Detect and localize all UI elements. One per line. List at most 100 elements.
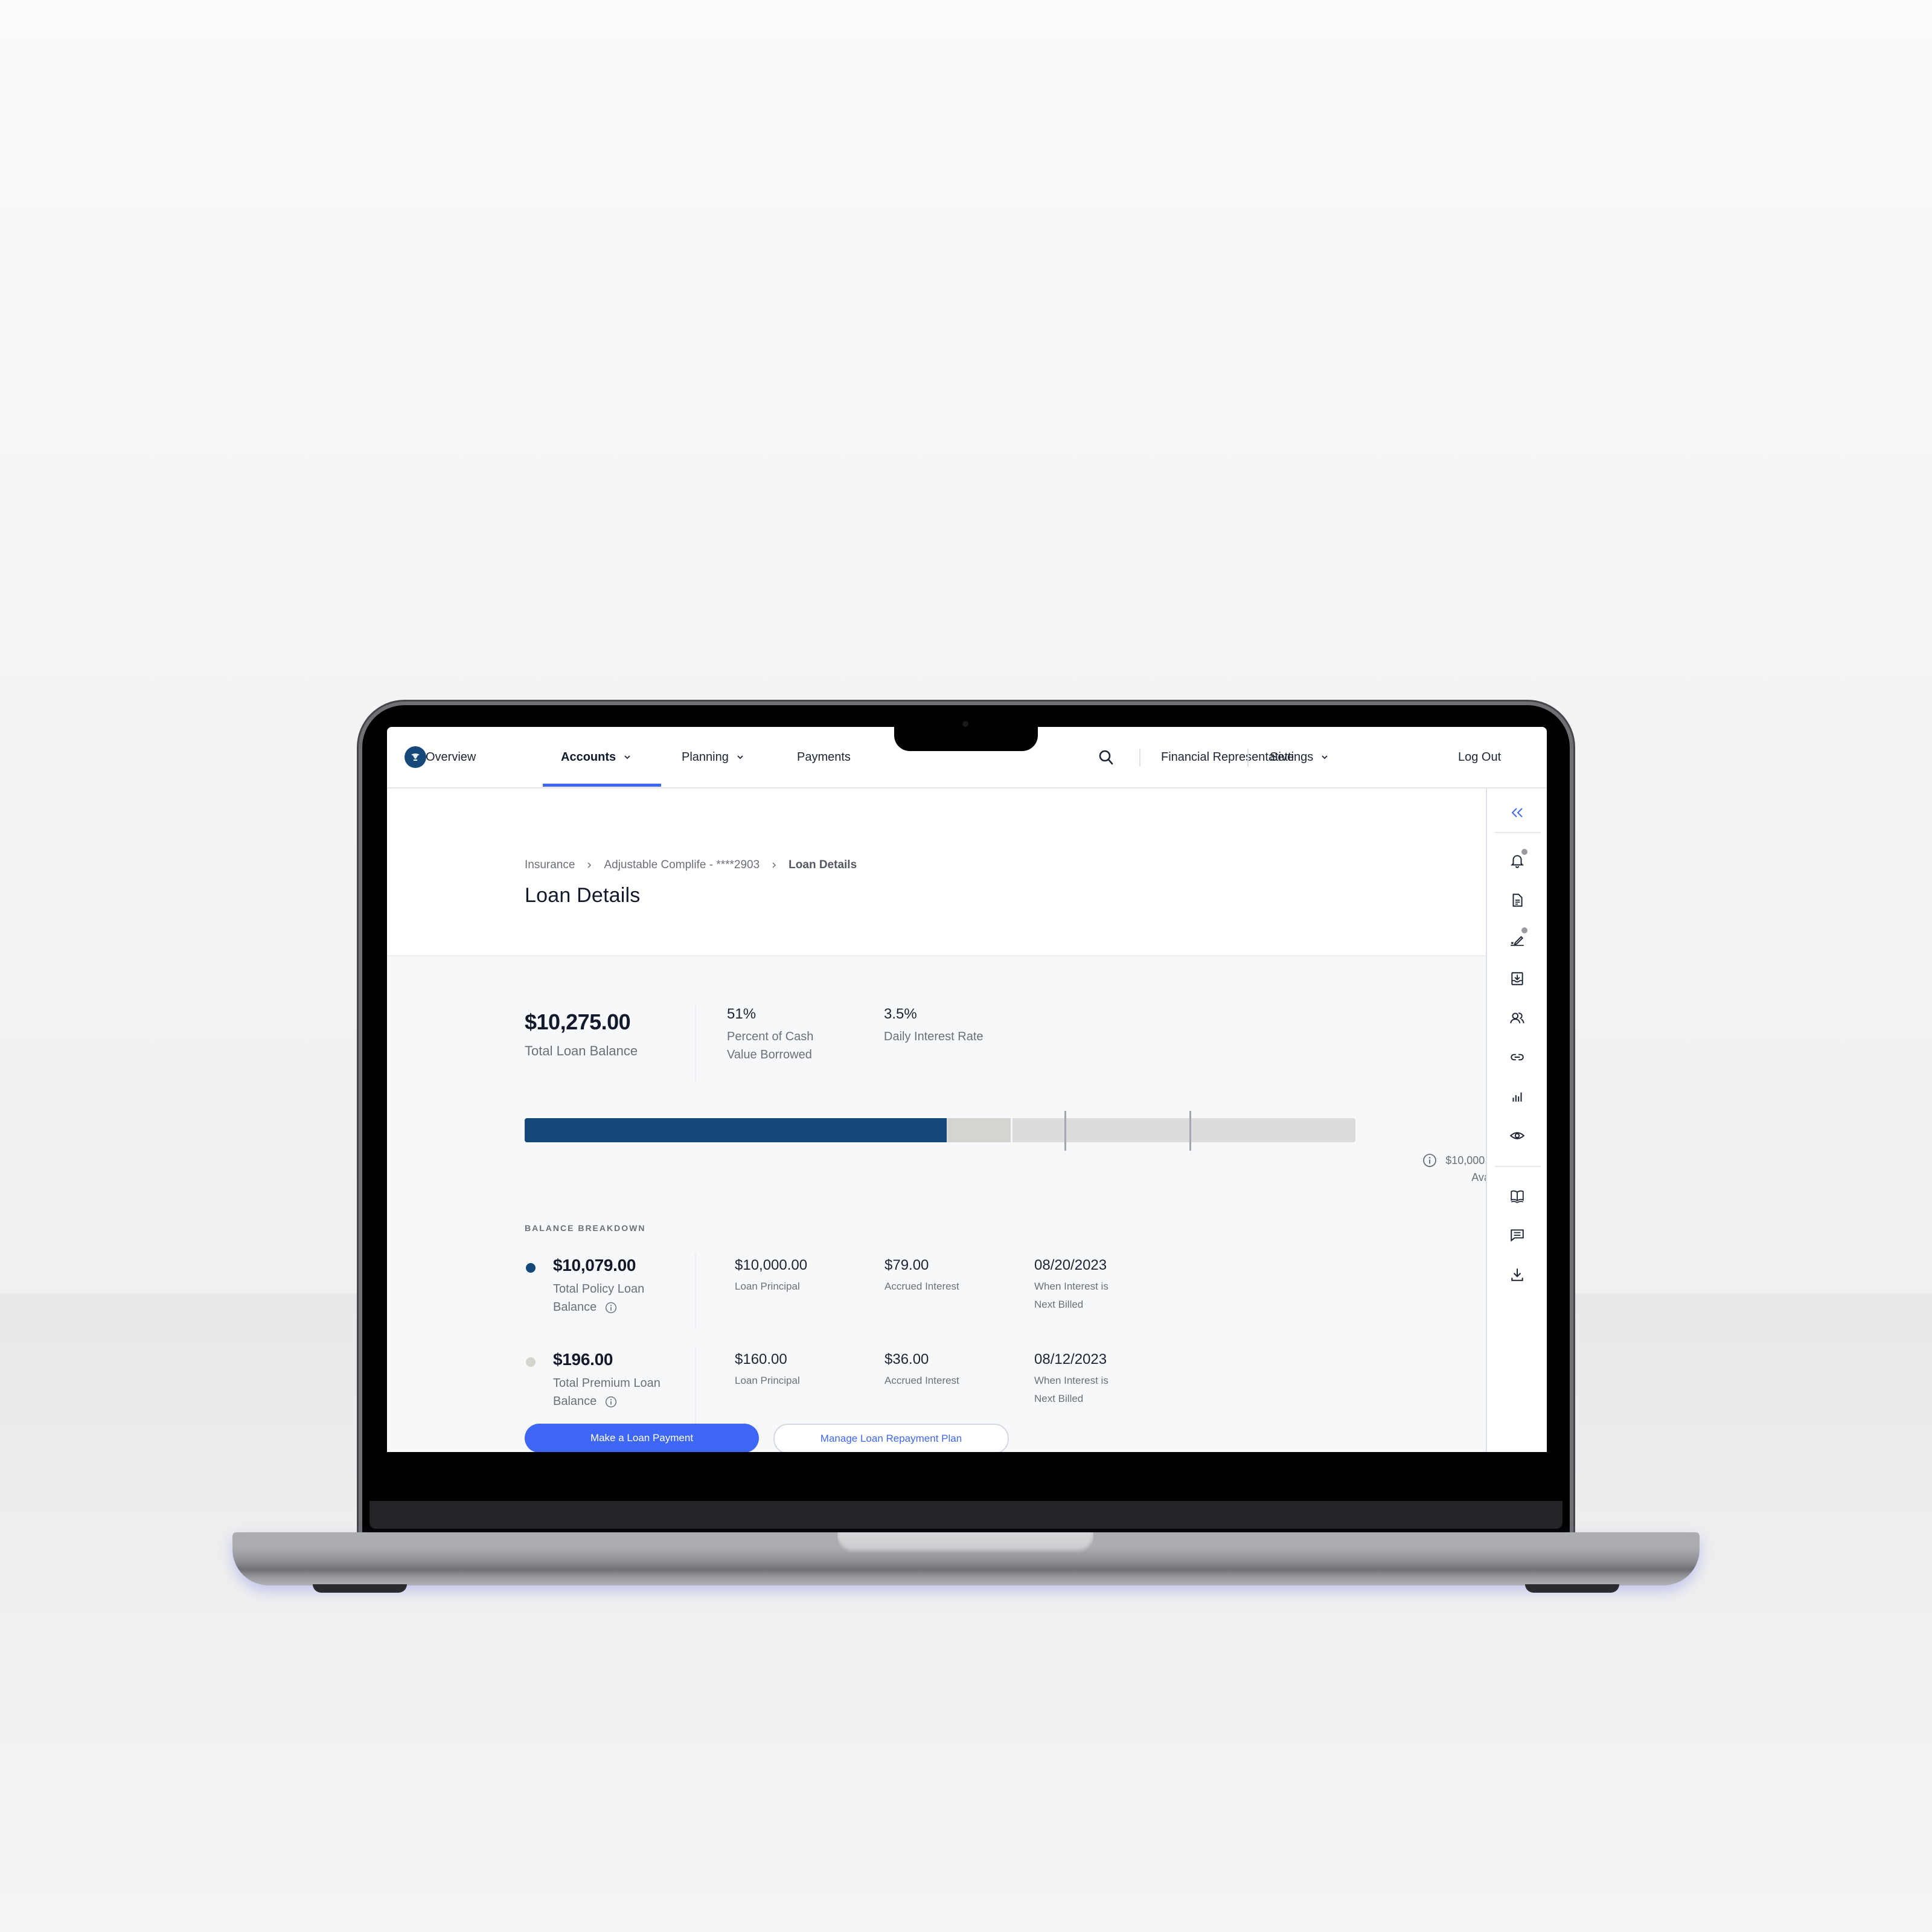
laptop-base xyxy=(232,1532,1700,1585)
row-divider xyxy=(695,1348,696,1424)
sidebar-resources[interactable] xyxy=(1505,1184,1529,1208)
bar-marker-1 xyxy=(1064,1111,1067,1151)
nav-settings[interactable]: Settings xyxy=(1270,727,1329,787)
balance-breakdown-heading: BALANCE BREAKDOWN xyxy=(525,1223,646,1233)
settings-label: Settings xyxy=(1270,750,1314,764)
sidebar-divider xyxy=(1495,1166,1541,1167)
nav-payments-label: Payments xyxy=(797,750,851,764)
lid-opening-notch xyxy=(837,1532,1093,1553)
policy-accrued-interest: $79.00 xyxy=(884,1257,929,1273)
sidebar-view[interactable] xyxy=(1505,1124,1529,1148)
active-tab-indicator xyxy=(543,784,661,787)
sidebar-inbox[interactable] xyxy=(1505,967,1529,991)
premium-loan-amount: $196.00 xyxy=(553,1350,613,1369)
info-icon[interactable] xyxy=(605,1302,617,1314)
page-header: Insurance Adjustable Complife - ****2903… xyxy=(387,788,1486,956)
breadcrumb: Insurance Adjustable Complife - ****2903… xyxy=(525,859,857,872)
screen-notch xyxy=(894,705,1038,751)
sidebar-analytics[interactable] xyxy=(1505,1084,1529,1108)
logout-link[interactable]: Log Out xyxy=(1458,727,1501,787)
book-icon xyxy=(1511,1190,1524,1203)
loan-progress-bar xyxy=(525,1118,1355,1142)
policy-next-billed-label-1: When Interest is xyxy=(1034,1281,1108,1292)
premium-loan-label-2-text: Balance xyxy=(553,1395,597,1408)
laptop-foot-right xyxy=(1525,1584,1619,1593)
document-icon xyxy=(1512,894,1523,907)
search-button[interactable] xyxy=(1098,727,1115,787)
daily-interest-rate-label: Daily Interest Rate xyxy=(884,1030,984,1043)
row-divider xyxy=(695,1253,696,1329)
laptop-lid: Overview Accounts Planning Payments Fina… xyxy=(362,705,1570,1535)
manage-repayment-plan-button[interactable]: Manage Loan Repayment Plan xyxy=(773,1424,1009,1452)
policy-loan-label-2-text: Balance xyxy=(553,1300,597,1314)
nav-overview[interactable]: Overview xyxy=(426,727,476,787)
policy-accrued-interest-label: Accrued Interest xyxy=(884,1281,959,1292)
premium-accrued-interest: $36.00 xyxy=(884,1351,929,1367)
nav-divider xyxy=(1139,749,1140,767)
premium-loan-label-2: Balance xyxy=(553,1392,617,1410)
page-title: Loan Details xyxy=(525,884,641,907)
link-icon xyxy=(1511,1054,1524,1061)
breadcrumb-insurance[interactable]: Insurance xyxy=(525,859,575,872)
laptop-foot-left xyxy=(313,1584,407,1593)
sidebar-documents[interactable] xyxy=(1505,888,1529,912)
policy-loan-principal-label: Loan Principal xyxy=(735,1281,800,1292)
summary-divider xyxy=(695,1006,696,1081)
total-loan-balance: $10,275.00 xyxy=(525,1009,631,1034)
policy-loan-principal: $10,000.00 xyxy=(735,1257,808,1273)
premium-accrued-interest-label: Accrued Interest xyxy=(884,1375,959,1386)
total-loan-balance-label: Total Loan Balance xyxy=(525,1043,638,1058)
people-icon xyxy=(1510,1012,1524,1023)
sidebar-signatures[interactable] xyxy=(1505,927,1529,952)
premium-next-billed-label-2: Next Billed xyxy=(1034,1393,1084,1404)
chevron-right-icon xyxy=(587,862,592,868)
nav-planning-label: Planning xyxy=(682,750,729,764)
chat-icon xyxy=(1511,1229,1524,1242)
policy-next-billed-date: 08/20/2023 xyxy=(1034,1257,1107,1273)
policy-loan-label-1: Total Policy Loan xyxy=(553,1282,645,1296)
download-icon xyxy=(1511,1268,1523,1281)
company-logo[interactable] xyxy=(405,746,426,768)
info-icon[interactable] xyxy=(1422,1153,1437,1168)
bell-icon xyxy=(1510,855,1524,868)
bar-segment-policy-loan xyxy=(525,1118,947,1142)
eye-icon xyxy=(1509,1132,1525,1139)
premium-loan-principal: $160.00 xyxy=(735,1351,787,1367)
app-screen: Overview Accounts Planning Payments Fina… xyxy=(387,727,1547,1452)
percent-borrowed-label-1: Percent of Cash xyxy=(727,1030,814,1043)
collapse-sidebar-button[interactable] xyxy=(1505,801,1529,825)
nav-planning[interactable]: Planning xyxy=(682,727,744,787)
right-sidebar xyxy=(1486,788,1547,1452)
breadcrumb-policy[interactable]: Adjustable Complife - ****2903 xyxy=(604,859,760,872)
nav-overview-label: Overview xyxy=(426,750,476,764)
logout-label: Log Out xyxy=(1458,750,1502,764)
signature-icon xyxy=(1511,936,1524,946)
search-icon xyxy=(1099,750,1113,765)
sidebar-download[interactable] xyxy=(1505,1262,1529,1287)
lid-bottom-strip xyxy=(369,1501,1563,1529)
nav-payments[interactable]: Payments xyxy=(797,727,851,787)
chevron-down-icon xyxy=(624,755,630,760)
inbox-download-icon xyxy=(1511,972,1523,985)
breadcrumb-current: Loan Details xyxy=(788,859,857,871)
sidebar-messages[interactable] xyxy=(1505,1223,1529,1247)
nav-accounts-label: Accounts xyxy=(561,750,616,764)
premium-next-billed-date: 08/12/2023 xyxy=(1034,1351,1107,1367)
percent-borrowed-value: 51% xyxy=(727,1006,756,1022)
percent-borrowed-label-2: Value Borrowed xyxy=(727,1048,812,1061)
premium-loan-label-1: Total Premium Loan xyxy=(553,1377,661,1390)
premium-next-billed-label-1: When Interest is xyxy=(1034,1375,1108,1386)
bar-marker-2 xyxy=(1189,1111,1191,1151)
sidebar-links[interactable] xyxy=(1505,1045,1529,1069)
info-icon[interactable] xyxy=(605,1396,617,1408)
chevron-down-icon xyxy=(1322,755,1328,760)
sidebar-divider xyxy=(1495,832,1541,833)
sidebar-people[interactable] xyxy=(1505,1006,1529,1030)
legend-dot-premium xyxy=(526,1357,536,1367)
sidebar-notifications[interactable] xyxy=(1505,849,1529,873)
premium-loan-principal-label: Loan Principal xyxy=(735,1375,800,1386)
bar-segment-premium-loan xyxy=(948,1118,1012,1142)
nav-accounts[interactable]: Accounts xyxy=(561,727,632,787)
camera xyxy=(962,721,968,727)
make-loan-payment-button[interactable]: Make a Loan Payment xyxy=(525,1424,759,1452)
